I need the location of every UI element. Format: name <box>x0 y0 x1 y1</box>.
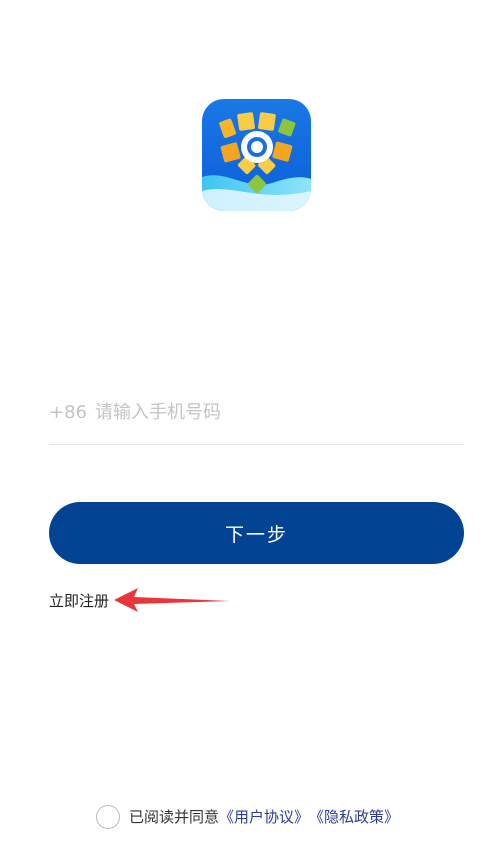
agreement-row: 已阅读并同意 《用户协议》 《隐私政策》 <box>96 803 399 830</box>
next-step-button[interactable]: 下一步 <box>49 502 464 564</box>
red-arrow-annotation <box>114 588 230 612</box>
phone-input[interactable] <box>95 401 415 423</box>
phone-field[interactable]: +86 <box>49 396 464 428</box>
register-link[interactable]: 立即注册 <box>49 590 109 611</box>
agreement-radio[interactable] <box>96 804 120 829</box>
user-agreement-link[interactable]: 《用户协议》 <box>219 806 309 827</box>
privacy-policy-link[interactable]: 《隐私政策》 <box>309 806 399 827</box>
phone-field-underline <box>49 444 464 445</box>
app-logo-icon <box>202 99 311 211</box>
country-code-prefix[interactable]: +86 <box>49 402 87 423</box>
agreement-prefix-text: 已阅读并同意 <box>129 808 220 826</box>
